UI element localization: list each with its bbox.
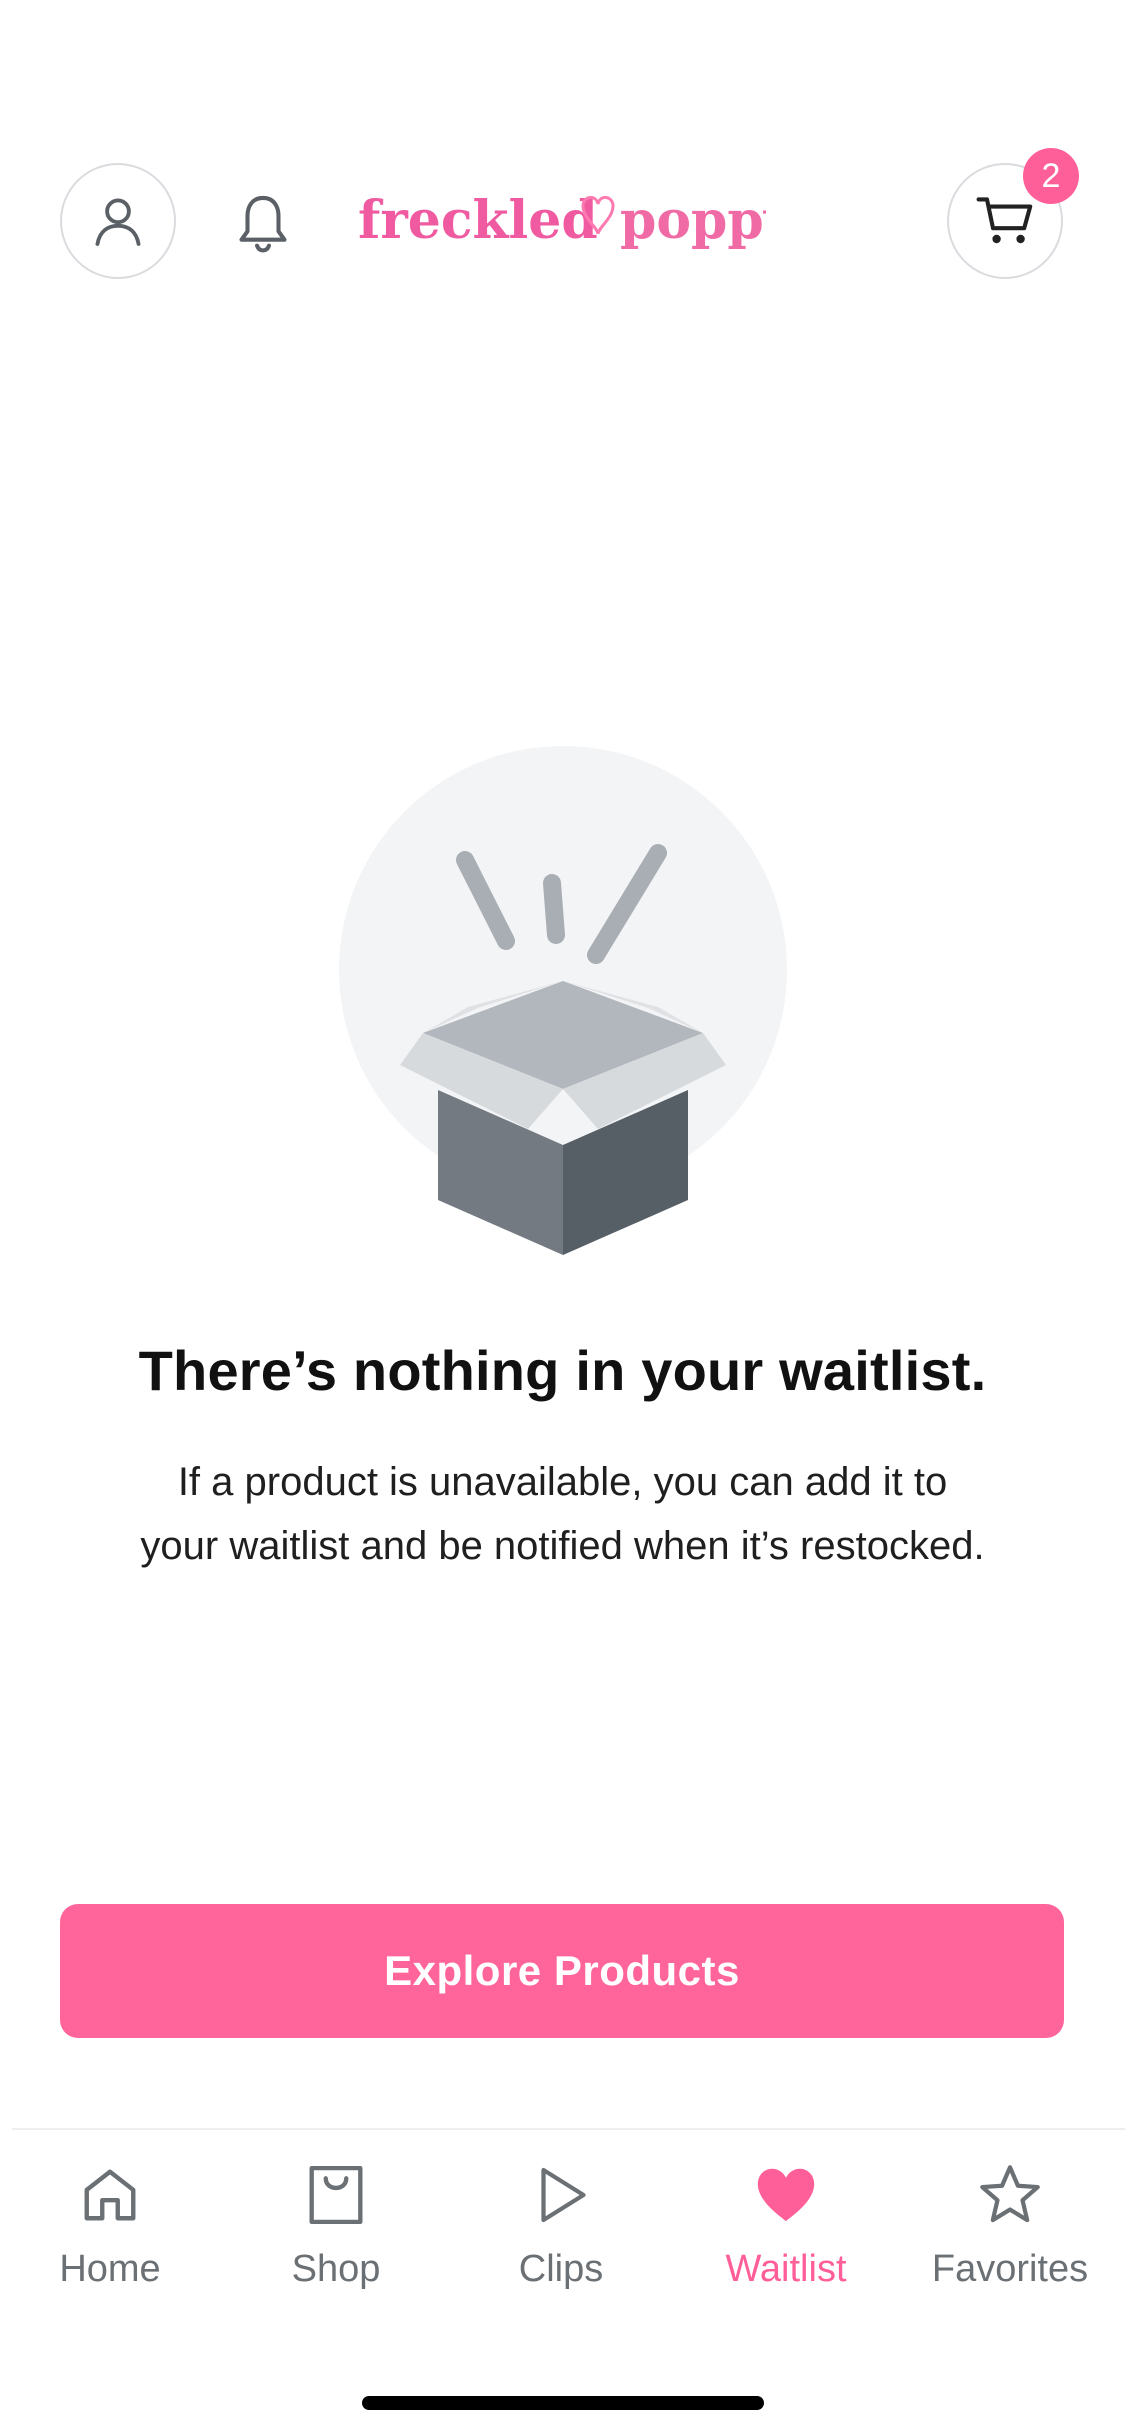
nav-label-clips: Clips: [518, 2248, 604, 2290]
notifications-button[interactable]: [230, 190, 296, 256]
heart-icon: [757, 2168, 815, 2222]
nav-item-clips[interactable]: Clips: [451, 2160, 671, 2310]
nav-label-home: Home: [59, 2248, 161, 2290]
brand-logo: freckled poppy: [358, 182, 796, 262]
bell-icon: [239, 195, 287, 253]
explore-products-button[interactable]: Explore Products: [60, 1904, 1064, 2038]
nav-item-waitlist[interactable]: Waitlist: [676, 2160, 896, 2310]
svg-text:poppy: poppy: [620, 190, 766, 251]
cart-icon: [976, 197, 1033, 244]
shopping-bag-icon: [309, 2165, 363, 2225]
nav-divider: [12, 2128, 1125, 2130]
home-indicator: [362, 2396, 764, 2410]
nav-item-favorites[interactable]: Favorites: [900, 2160, 1120, 2310]
user-icon: [95, 198, 141, 246]
nav-item-home[interactable]: Home: [0, 2160, 220, 2310]
svg-text:freckled: freckled: [358, 190, 598, 251]
nav-label-shop: Shop: [291, 2248, 381, 2290]
open-box-illustration: [338, 745, 788, 1265]
cart-count-badge: 2: [1023, 148, 1079, 204]
home-icon: [84, 2169, 136, 2221]
nav-label-favorites: Favorites: [931, 2248, 1089, 2290]
star-icon: [980, 2165, 1040, 2223]
empty-state-description-line: If a product is unavailable, you can add…: [177, 1460, 948, 1504]
play-icon: [541, 2167, 586, 2223]
nav-item-shop[interactable]: Shop: [226, 2160, 446, 2310]
empty-state-description-line: your waitlist and be notified when it’s …: [140, 1524, 985, 1568]
empty-state-description: If a product is unavailable, you can add…: [80, 1450, 1045, 1578]
nav-label-waitlist: Waitlist: [725, 2248, 847, 2290]
profile-button[interactable]: [60, 163, 176, 279]
empty-state-title: There’s nothing in your waitlist.: [138, 1339, 987, 1402]
